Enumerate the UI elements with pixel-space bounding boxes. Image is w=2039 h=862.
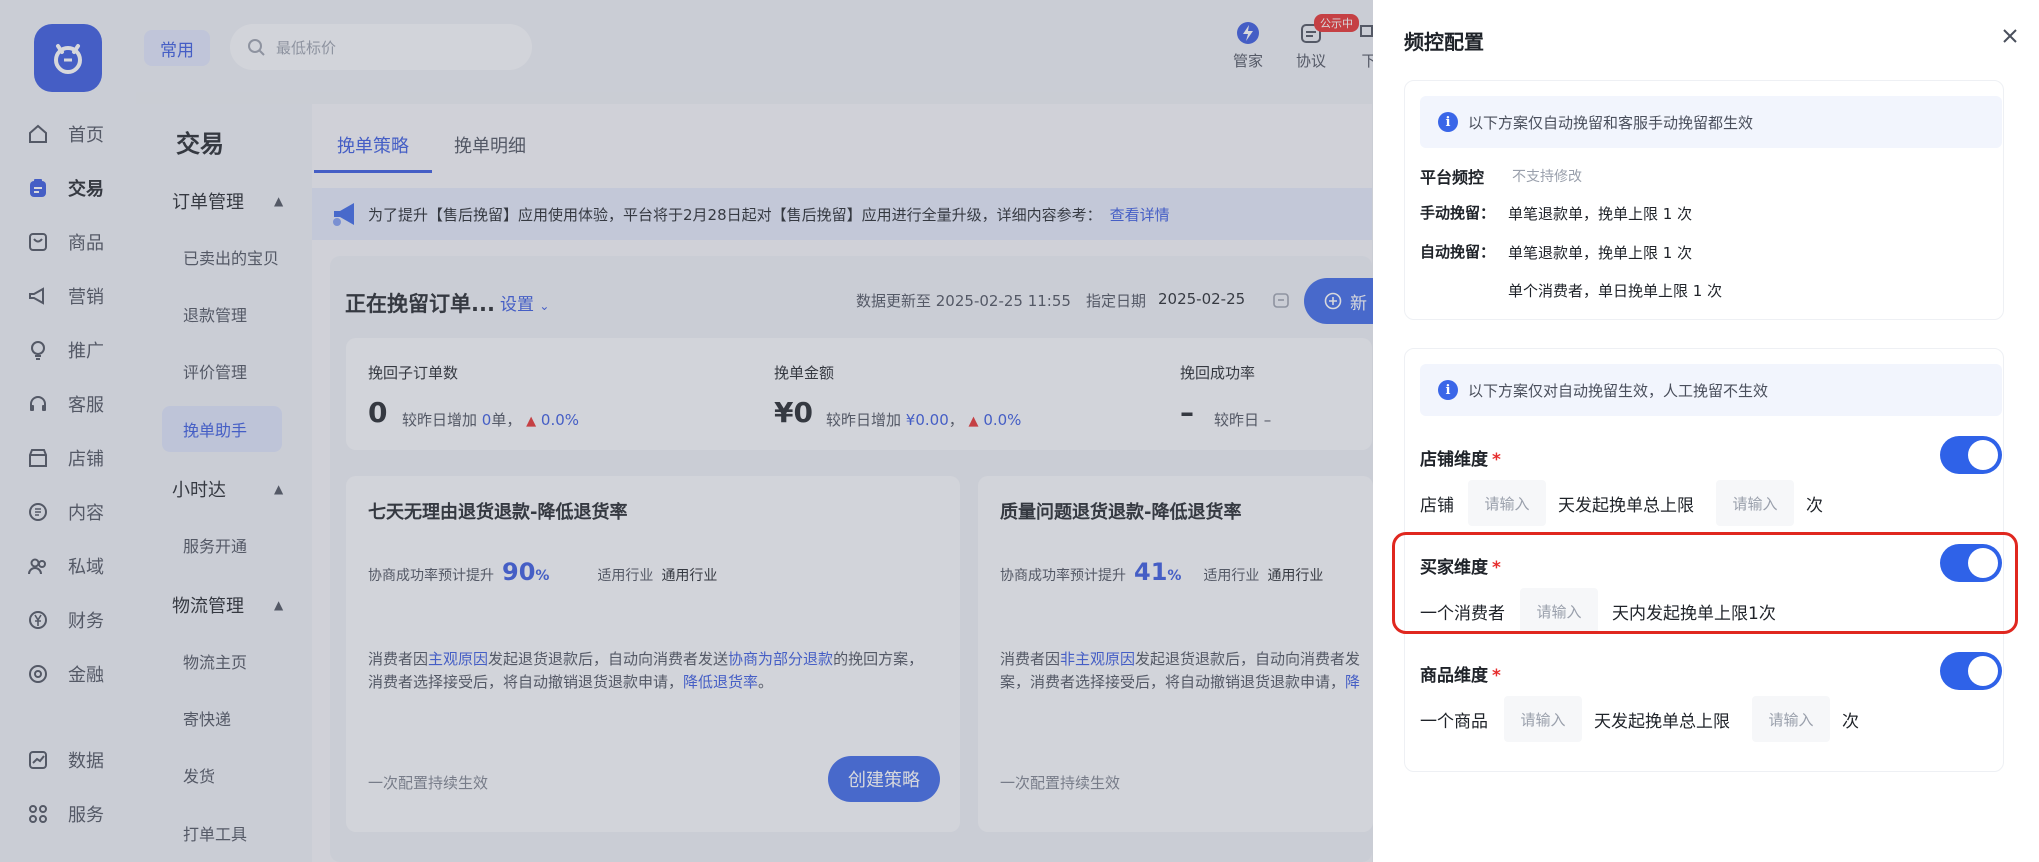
drawer-title: 频控配置: [1404, 30, 1484, 54]
auto-value-2: 单个消费者，单日挽单上限 1 次: [1508, 282, 1723, 300]
shop-suffix: 次: [1806, 496, 1823, 516]
dim-label-text: 商品维度: [1420, 666, 1488, 686]
dim-label-text: 店铺维度: [1420, 450, 1488, 470]
required-mark: *: [1492, 666, 1501, 686]
shop-dimension-toggle[interactable]: [1940, 436, 2002, 474]
required-mark: *: [1492, 450, 1501, 470]
info-icon: i: [1438, 380, 1458, 400]
manual-label: 手动挽留：: [1420, 204, 1496, 222]
modal-mask[interactable]: [0, 0, 1373, 862]
info-banner: i 以下方案仅对自动挽留生效，人工挽留不生效: [1420, 364, 2002, 416]
product-middle: 天发起挽单总上限: [1594, 712, 1730, 732]
info-banner: i 以下方案仅自动挽留和客服手动挽留都生效: [1420, 96, 2002, 148]
product-dimension-label: 商品维度 *: [1420, 661, 1501, 686]
product-days-input[interactable]: 请输入: [1504, 696, 1582, 742]
shop-prefix: 店铺: [1420, 496, 1454, 516]
info-text: 以下方案仅自动挽留和客服手动挽留都生效: [1468, 113, 1754, 132]
shop-limit-input[interactable]: 请输入: [1716, 480, 1794, 526]
platform-label: 平台频控: [1420, 168, 1485, 187]
info-text: 以下方案仅对自动挽留生效，人工挽留不生效: [1468, 381, 1769, 400]
auto-label: 自动挽留：: [1420, 243, 1496, 261]
platform-note: 不支持修改: [1512, 169, 1582, 185]
manual-value: 单笔退款单，挽单上限 1 次: [1508, 205, 1693, 223]
shop-days-input[interactable]: 请输入: [1468, 480, 1546, 526]
auto-value-1: 单笔退款单，挽单上限 1 次: [1508, 244, 1693, 262]
product-suffix: 次: [1842, 712, 1859, 732]
close-icon[interactable]: [1998, 24, 2022, 48]
info-icon: i: [1438, 112, 1458, 132]
product-dimension-toggle[interactable]: [1940, 652, 2002, 690]
shop-middle: 天发起挽单总上限: [1558, 496, 1694, 516]
shop-dimension-label: 店铺维度 *: [1420, 445, 1501, 470]
product-prefix: 一个商品: [1420, 712, 1488, 732]
product-limit-input[interactable]: 请输入: [1752, 696, 1830, 742]
highlight-box: [1392, 532, 2018, 634]
